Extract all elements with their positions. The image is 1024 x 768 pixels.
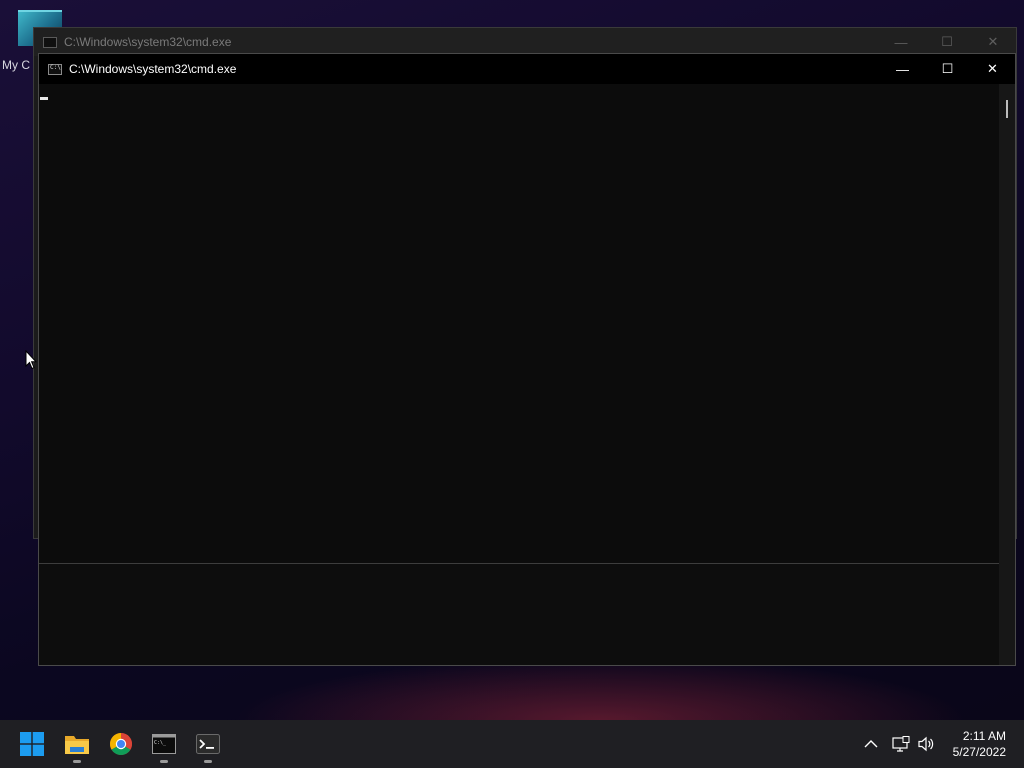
- taskbar-file-explorer[interactable]: [57, 724, 97, 764]
- maximize-button[interactable]: ☐: [925, 54, 970, 84]
- background-close-button[interactable]: ✕: [970, 28, 1016, 56]
- taskbar-cmd[interactable]: C:\_: [144, 724, 184, 764]
- running-indicator: [160, 760, 168, 763]
- cmd-icon: C:\_: [152, 734, 176, 754]
- vertical-scrollbar[interactable]: [999, 84, 1015, 665]
- console-output[interactable]: [39, 84, 999, 564]
- taskbar-terminal[interactable]: [188, 724, 228, 764]
- minimize-button[interactable]: —: [880, 54, 925, 84]
- windows-logo-icon: [20, 732, 44, 756]
- console-lower-pane[interactable]: [39, 564, 999, 665]
- text-cursor: [40, 97, 48, 100]
- clock[interactable]: 2:11 AM 5/27/2022: [953, 728, 1006, 760]
- network-icon: [892, 736, 910, 752]
- desktop-shortcut-label: My C: [2, 58, 30, 72]
- running-indicator: [73, 760, 81, 763]
- chevron-up-icon: [864, 740, 878, 748]
- cmd-window[interactable]: C:\ C:\Windows\system32\cmd.exe — ☐ ✕: [38, 53, 1016, 666]
- taskbar-chrome[interactable]: [101, 724, 141, 764]
- speaker-icon: [918, 736, 934, 752]
- taskbar: C:\_ 2:11 AM 5/27/2022: [0, 720, 1024, 768]
- close-button[interactable]: ✕: [970, 54, 1015, 84]
- scrollbar-thumb[interactable]: [1006, 100, 1008, 118]
- start-button[interactable]: [12, 724, 52, 764]
- cmd-window-icon: C:\: [48, 63, 62, 75]
- mouse-pointer-icon: [25, 350, 37, 370]
- show-hidden-icons-button[interactable]: [864, 720, 878, 768]
- volume-control[interactable]: [917, 720, 935, 768]
- desktop: My C C:\Windows\system32\cmd.exe — ☐ ✕ C…: [0, 0, 1024, 768]
- background-maximize-button[interactable]: ☐: [924, 28, 970, 56]
- terminal-icon: [196, 734, 220, 754]
- folder-icon: [65, 736, 89, 754]
- clock-date: 5/27/2022: [952, 745, 1006, 759]
- clock-time: 2:11 AM: [962, 729, 1006, 743]
- cmd-window-title: C:\Windows\system32\cmd.exe: [69, 62, 237, 76]
- background-window-title: C:\Windows\system32\cmd.exe: [64, 35, 232, 49]
- running-indicator: [204, 760, 212, 763]
- svg-text:C:\_: C:\_: [154, 740, 167, 746]
- chrome-icon: [110, 733, 132, 755]
- background-window-titlebar[interactable]: C:\Windows\system32\cmd.exe — ☐ ✕: [34, 28, 1016, 56]
- cmd-window-icon: [43, 36, 57, 48]
- background-minimize-button[interactable]: —: [878, 28, 924, 56]
- cmd-window-titlebar[interactable]: C:\ C:\Windows\system32\cmd.exe — ☐ ✕: [39, 54, 1015, 84]
- network-status[interactable]: [892, 720, 910, 768]
